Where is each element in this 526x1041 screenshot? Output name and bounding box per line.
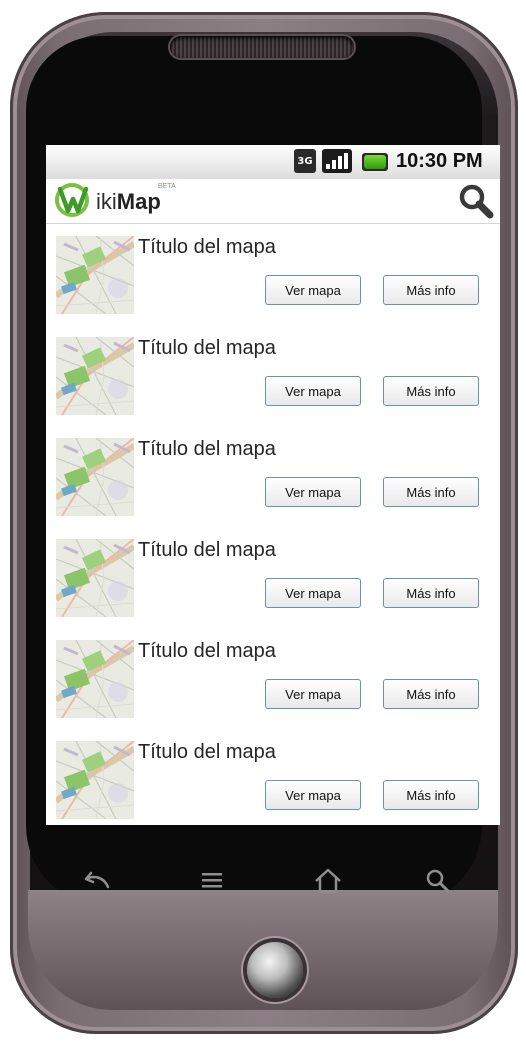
battery-icon xyxy=(362,153,388,171)
status-clock: 10:30 PM xyxy=(396,150,483,172)
menu-icon[interactable] xyxy=(192,861,232,901)
map-title: Título del mapa xyxy=(138,640,276,662)
network-3g-icon: 3G xyxy=(294,149,316,173)
list-item[interactable]: Título del mapa Ver mapa Más info xyxy=(46,729,500,825)
list-item[interactable]: Título del mapa Ver mapa Más info xyxy=(46,527,500,629)
map-thumbnail[interactable] xyxy=(56,640,134,718)
map-thumbnail[interactable] xyxy=(56,741,134,819)
map-title: Título del mapa xyxy=(138,438,276,460)
trackball[interactable] xyxy=(247,942,303,998)
map-thumbnail[interactable] xyxy=(56,539,134,617)
list-item[interactable]: Título del mapa Ver mapa Más info xyxy=(46,628,500,730)
more-info-button[interactable]: Más info xyxy=(383,780,479,810)
map-title: Título del mapa xyxy=(138,741,276,763)
search-key-icon[interactable] xyxy=(418,861,458,901)
map-thumbnail[interactable] xyxy=(56,236,134,314)
map-title: Título del mapa xyxy=(138,236,276,258)
view-map-button[interactable]: Ver mapa xyxy=(265,477,361,507)
earpiece-speaker xyxy=(170,36,354,58)
app-header: ikiMap BETA xyxy=(46,179,500,224)
status-bar: 3G 10:30 PM xyxy=(46,145,500,179)
view-map-button[interactable]: Ver mapa xyxy=(265,578,361,608)
more-info-button[interactable]: Más info xyxy=(383,376,479,406)
list-item[interactable]: Título del mapa Ver mapa Más info xyxy=(46,426,500,528)
more-info-button[interactable]: Más info xyxy=(383,477,479,507)
app-logo-text: ikiMap xyxy=(96,189,161,214)
home-icon[interactable] xyxy=(308,861,348,901)
map-thumbnail[interactable] xyxy=(56,438,134,516)
search-icon[interactable] xyxy=(458,183,494,219)
map-thumbnail[interactable] xyxy=(56,337,134,415)
signal-strength-icon xyxy=(322,149,352,173)
list-item[interactable]: Título del mapa Ver mapa Más info xyxy=(46,325,500,427)
android-nav-bar xyxy=(28,843,498,921)
back-icon[interactable] xyxy=(76,861,116,901)
view-map-button[interactable]: Ver mapa xyxy=(265,780,361,810)
more-info-button[interactable]: Más info xyxy=(383,679,479,709)
view-map-button[interactable]: Ver mapa xyxy=(265,275,361,305)
more-info-button[interactable]: Más info xyxy=(383,578,479,608)
beta-label: BETA xyxy=(158,183,176,190)
map-title: Título del mapa xyxy=(138,337,276,359)
view-map-button[interactable]: Ver mapa xyxy=(265,679,361,709)
list-item[interactable]: Título del mapa Ver mapa Más info xyxy=(46,224,500,326)
map-title: Título del mapa xyxy=(138,539,276,561)
more-info-button[interactable]: Más info xyxy=(383,275,479,305)
view-map-button[interactable]: Ver mapa xyxy=(265,376,361,406)
wikimap-logo-icon xyxy=(55,183,89,217)
device-screen: 3G 10:30 PM ikiMap BETA Título del mapa … xyxy=(46,145,500,825)
